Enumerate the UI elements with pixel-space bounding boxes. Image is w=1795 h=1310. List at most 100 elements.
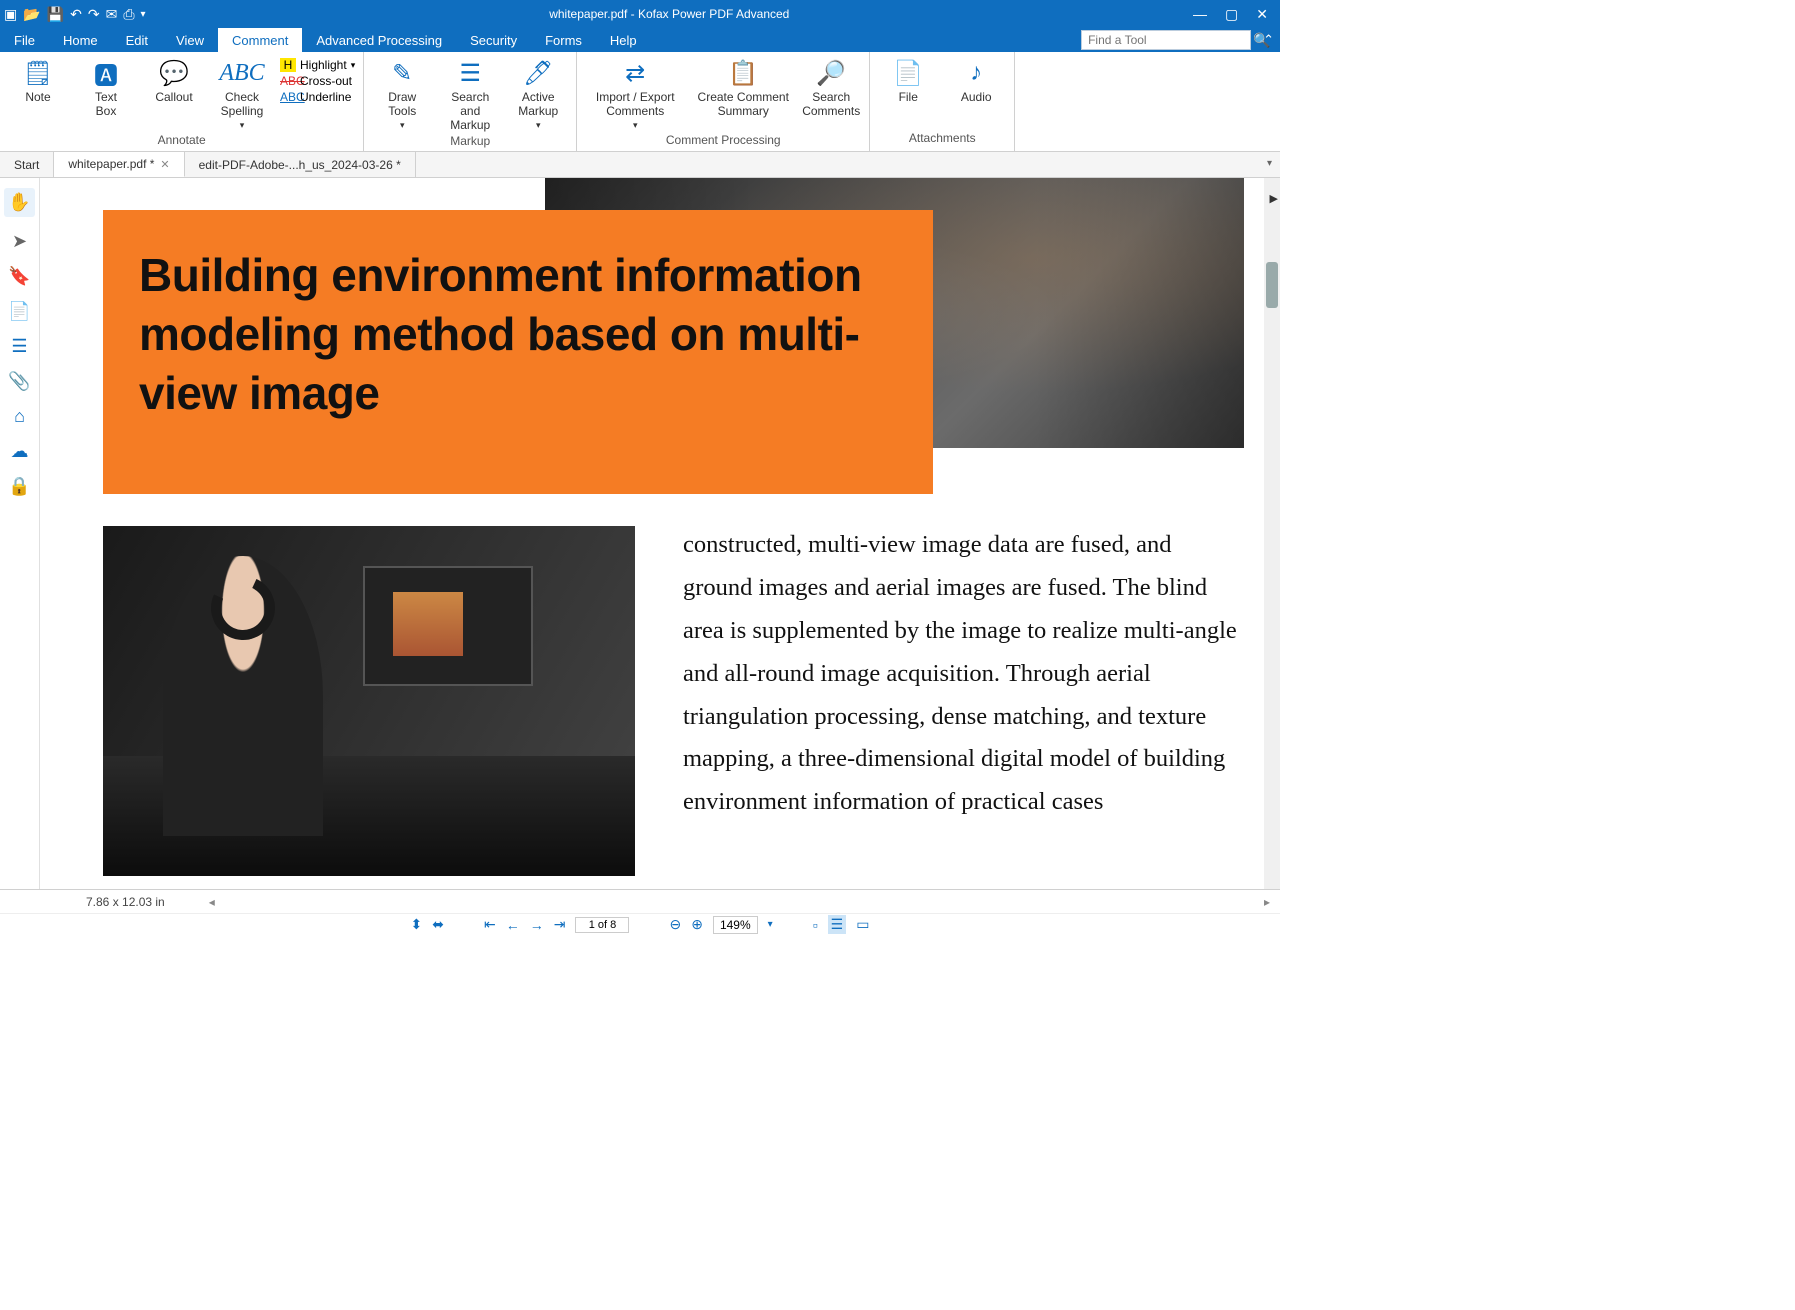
attach-audio-button[interactable]: ♪Audio (946, 58, 1006, 104)
menu-advanced[interactable]: Advanced Processing (302, 28, 456, 52)
cloud-panel-icon[interactable]: ☁ (11, 441, 29, 462)
pages-panel-icon[interactable]: 📄 (8, 301, 30, 322)
panel-toggle-icon[interactable]: ▶ (1270, 192, 1278, 205)
group-label-attachments: Attachments (909, 129, 976, 149)
summary-icon: 📋 (728, 58, 758, 88)
continuous-view-icon[interactable]: ☰ (828, 915, 847, 934)
create-summary-button[interactable]: 📋Create Comment Summary (693, 58, 793, 118)
tab-overflow-icon[interactable]: ▾ (1259, 152, 1280, 177)
scroll-left-icon[interactable]: ◂ (209, 895, 215, 909)
chevron-down-icon: ▾ (633, 120, 638, 131)
menu-view[interactable]: View (162, 28, 218, 52)
tab-start[interactable]: Start (0, 152, 54, 177)
scroll-right-icon[interactable]: ▸ (1264, 895, 1270, 909)
find-tool-search[interactable]: 🔍 (1081, 30, 1251, 50)
spelling-icon: ABC (219, 58, 264, 88)
status-bar: 7.86 x 12.03 in ◂ ▸ (0, 889, 1280, 913)
fit-width-icon[interactable]: ⬍ (411, 916, 423, 933)
import-export-comments-button[interactable]: ⇄Import / Export Comments▾ (585, 58, 685, 131)
callout-icon: 💬 (159, 58, 189, 88)
zoom-out-icon[interactable]: ⊖ (669, 916, 681, 933)
next-page-icon[interactable]: → (530, 917, 544, 933)
zoom-dropdown-icon[interactable]: ▾ (768, 919, 773, 930)
textbox-button[interactable]: 🅰Text Box (76, 58, 136, 118)
open-icon[interactable]: 📂 (23, 6, 40, 23)
mail-icon[interactable]: ✉ (106, 6, 118, 23)
window-title: whitepaper.pdf - Kofax Power PDF Advance… (146, 7, 1193, 21)
page-viewport[interactable]: Building environment information modelin… (40, 178, 1280, 889)
search-comments-button[interactable]: 🔎Search Comments (801, 58, 861, 118)
app-logo-icon: ▣ (4, 6, 17, 23)
search-input[interactable] (1082, 33, 1249, 47)
zoom-in-icon[interactable]: ⊕ (691, 916, 703, 933)
scrollbar-thumb[interactable] (1266, 262, 1278, 308)
menu-edit[interactable]: Edit (112, 28, 162, 52)
heading-box: Building environment information modelin… (103, 210, 933, 494)
group-annotate: 🗒Note 🅰Text Box 💬Callout ABCCheck Spelli… (0, 52, 364, 151)
single-page-view-icon[interactable]: ▫ (813, 917, 818, 933)
redo-icon[interactable]: ↷ (88, 6, 100, 23)
stamp-panel-icon[interactable]: ⌂ (14, 406, 25, 427)
first-page-icon[interactable]: ⇤ (484, 916, 496, 933)
fit-page-icon[interactable]: ⬌ (432, 916, 444, 933)
draw-tools-button[interactable]: ✎Draw Tools▾ (372, 58, 432, 131)
audio-icon: ♪ (970, 58, 982, 88)
select-tool-icon[interactable]: ➤ (12, 231, 27, 252)
draw-icon: ✎ (392, 58, 412, 88)
bookmark-panel-icon[interactable]: 🔖 (8, 266, 30, 287)
comments-panel-icon[interactable]: ☰ (11, 336, 27, 357)
search-markup-icon: ☰ (459, 58, 481, 88)
tab-whitepaper[interactable]: whitepaper.pdf *✕ (54, 152, 184, 177)
prev-page-icon[interactable]: ← (506, 917, 520, 933)
title-bar: ▣ 📂 💾 ↶ ↷ ✉ ⎙ ▾ whitepaper.pdf - Kofax P… (0, 0, 1280, 28)
tab-edit-pdf-adobe[interactable]: edit-PDF-Adobe-...h_us_2024-03-26 * (185, 152, 416, 177)
attachments-panel-icon[interactable]: 📎 (8, 371, 30, 392)
menu-comment[interactable]: Comment (218, 28, 302, 52)
save-icon[interactable]: 💾 (47, 6, 64, 23)
note-icon: 🗒 (23, 58, 53, 88)
underline-button[interactable]: ABCUnderline (280, 90, 355, 104)
minimize-icon[interactable]: — (1193, 6, 1207, 23)
group-markup: ✎Draw Tools▾ ☰Search and Markup 🖊Active … (364, 52, 577, 151)
callout-button[interactable]: 💬Callout (144, 58, 204, 104)
chevron-down-icon: ▾ (536, 120, 541, 131)
hand-tool-icon[interactable]: ✋ (4, 188, 34, 217)
group-label-comment-processing: Comment Processing (666, 131, 781, 151)
security-panel-icon[interactable]: 🔒 (8, 476, 30, 497)
menu-help[interactable]: Help (596, 28, 651, 52)
ribbon: 🗒Note 🅰Text Box 💬Callout ABCCheck Spelli… (0, 52, 1280, 152)
menu-security[interactable]: Security (456, 28, 531, 52)
chevron-down-icon: ▾ (351, 60, 356, 71)
highlight-button[interactable]: HHighlight▾ (280, 58, 355, 72)
check-spelling-button[interactable]: ABCCheck Spelling▾ (212, 58, 272, 131)
crossout-icon: ABC (280, 74, 296, 88)
menu-forms[interactable]: Forms (531, 28, 596, 52)
maximize-icon[interactable]: ▢ (1225, 6, 1238, 23)
facing-view-icon[interactable]: ▭ (856, 916, 869, 933)
group-attachments: 📄File ♪Audio Attachments (870, 52, 1015, 151)
close-icon[interactable]: ✕ (1256, 6, 1268, 23)
file-icon: 📄 (893, 58, 923, 88)
search-markup-button[interactable]: ☰Search and Markup (440, 58, 500, 132)
close-icon[interactable]: ✕ (160, 158, 169, 171)
collapse-ribbon-icon[interactable]: ⌃ (1257, 28, 1280, 52)
menu-home[interactable]: Home (49, 28, 112, 52)
page-number-input[interactable] (575, 917, 629, 933)
page-dimensions: 7.86 x 12.03 in (86, 895, 165, 909)
note-button[interactable]: 🗒Note (8, 58, 68, 104)
crossout-button[interactable]: ABCCross-out (280, 74, 355, 88)
scan-icon[interactable]: ⎙ (123, 6, 134, 23)
active-markup-button[interactable]: 🖊Active Markup▾ (508, 58, 568, 131)
search-comments-icon: 🔎 (816, 58, 846, 88)
attach-file-button[interactable]: 📄File (878, 58, 938, 104)
last-page-icon[interactable]: ⇥ (554, 916, 566, 933)
vertical-scrollbar[interactable]: ▶ (1264, 178, 1280, 889)
active-markup-icon: 🖊 (523, 58, 553, 88)
group-label-markup: Markup (450, 132, 490, 152)
page-canvas: Building environment information modelin… (47, 178, 1244, 889)
workspace: ✋ ➤ 🔖 📄 ☰ 📎 ⌂ ☁ 🔒 Building environment i… (0, 178, 1280, 889)
undo-icon[interactable]: ↶ (70, 6, 82, 23)
chevron-down-icon: ▾ (240, 120, 245, 131)
zoom-level[interactable]: 149% (713, 916, 758, 934)
menu-file[interactable]: File (0, 28, 49, 52)
